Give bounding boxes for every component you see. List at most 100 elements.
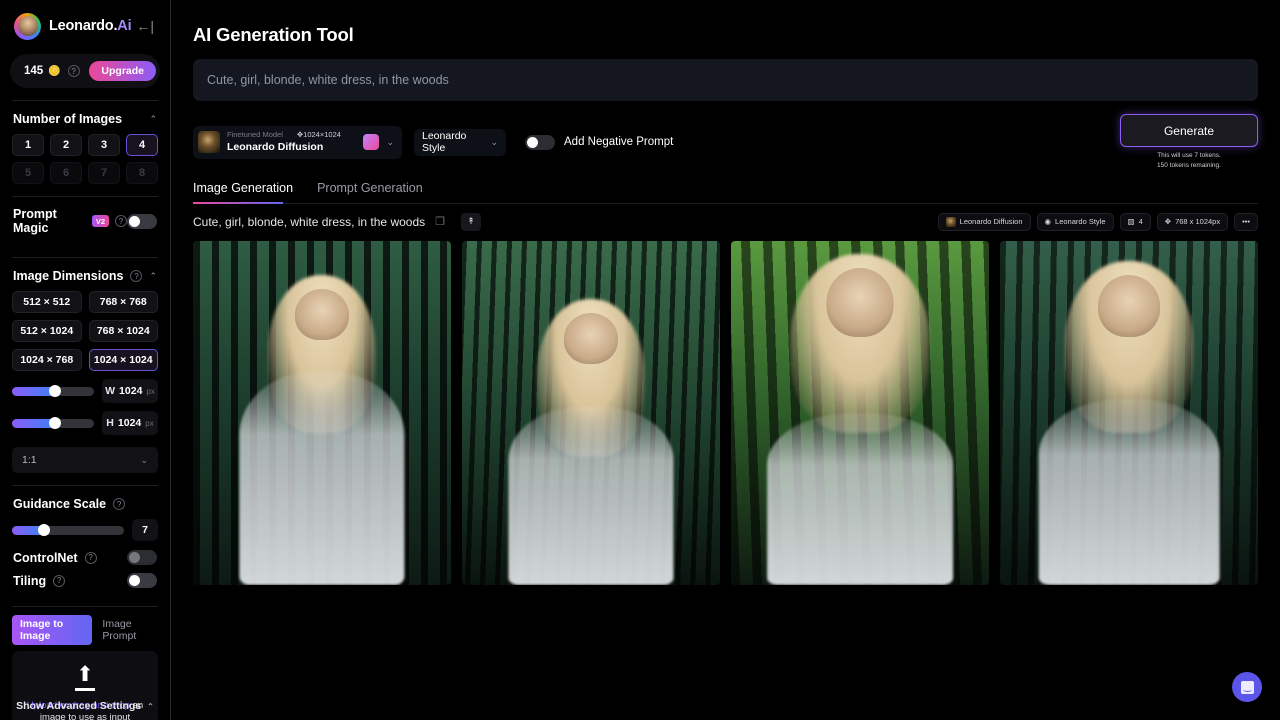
image-count-3[interactable]: 3: [88, 134, 120, 156]
guidance-scale-help-icon[interactable]: ?: [113, 498, 126, 510]
chip-style[interactable]: ◉ Leonardo Style: [1036, 212, 1114, 231]
width-slider-thumb[interactable]: [48, 385, 61, 397]
credits-bar: 145 🪙 ? Upgrade: [10, 54, 160, 88]
dimension-1024x768[interactable]: 1024 × 768: [12, 349, 82, 371]
controlnet-label: ControlNet: [13, 550, 78, 565]
tiling-help-icon[interactable]: ?: [53, 574, 66, 587]
chevron-down-icon: ⌄: [140, 454, 148, 465]
tiling-toggle[interactable]: [127, 573, 157, 588]
tab-image-prompt[interactable]: Image Prompt: [102, 618, 158, 642]
width-slider[interactable]: [12, 385, 94, 397]
show-advanced-settings-button[interactable]: Show Advanced Settings ⌃: [0, 692, 170, 720]
generated-image-4[interactable]: [1000, 240, 1258, 585]
controlnet-toggle[interactable]: [127, 550, 157, 565]
chip-model-label: Leonardo Diffusion: [959, 217, 1023, 226]
chip-dimensions[interactable]: ✥ 768 x 1024px: [1156, 212, 1229, 231]
upload-arrow-icon: ⬆: [76, 663, 94, 686]
width-value-box[interactable]: W 1024 px: [102, 379, 158, 403]
dimension-1024x1024[interactable]: 1024 × 1024: [88, 349, 158, 371]
image-dimensions-title: Image Dimensions: [13, 269, 124, 283]
image-count-2[interactable]: 2: [50, 134, 82, 156]
generate-note-line2: 150 tokens remaining.: [1157, 161, 1221, 169]
dimension-512x1024[interactable]: 512 × 1024: [12, 320, 82, 342]
generate-area: Generate This will use 7 tokens. 150 tok…: [1120, 114, 1258, 171]
prompt-magic-row: Prompt Magic V2 ?: [10, 197, 160, 245]
generate-button[interactable]: Generate: [1120, 114, 1258, 147]
images-icon: ▧: [1127, 217, 1135, 226]
number-of-images-header[interactable]: Number of Images ⌃: [10, 101, 160, 134]
chip-more-options[interactable]: •••: [1234, 212, 1258, 231]
sidebar: Leonardo.Ai ←| 145 🪙 ? Upgrade Number of…: [0, 0, 171, 720]
width-unit: px: [146, 386, 155, 396]
tiling-row: Tiling ?: [10, 569, 160, 594]
image-count-5[interactable]: 5: [12, 162, 44, 184]
dimension-512x512[interactable]: 512 × 512: [12, 291, 82, 313]
chat-bubble-icon[interactable]: [1232, 672, 1262, 702]
guidance-scale-label: Guidance Scale: [13, 497, 107, 511]
prompt-input[interactable]: Cute, girl, blonde, white dress, in the …: [193, 59, 1258, 101]
input-mode-tabs: Image to Image Image Prompt: [10, 607, 160, 651]
chip-image-count[interactable]: ▧ 4: [1119, 212, 1151, 231]
guidance-scale-row: 7: [10, 513, 160, 541]
tab-prompt-generation[interactable]: Prompt Generation: [317, 181, 423, 204]
copy-icon[interactable]: ❐: [435, 215, 445, 228]
image-count-8[interactable]: 8: [126, 162, 158, 184]
upload-result-icon[interactable]: ↟: [461, 212, 481, 231]
image-dimensions-help-icon[interactable]: ?: [130, 270, 143, 282]
aspect-ratio-select[interactable]: 1:1 ⌄: [12, 447, 158, 473]
model-preset-icon[interactable]: [363, 134, 380, 151]
guidance-scale-slider[interactable]: [12, 524, 124, 536]
tiling-label: Tiling: [13, 573, 47, 588]
height-value: 1024: [117, 417, 142, 429]
image-3-head: [826, 268, 894, 337]
image-3-figure: [767, 412, 953, 585]
height-slider-thumb[interactable]: [48, 417, 61, 429]
brand-name-suffix: Ai: [117, 18, 132, 34]
height-slider[interactable]: [12, 417, 94, 429]
tab-image-to-image[interactable]: Image to Image: [12, 615, 93, 645]
upload-underline: [75, 688, 95, 691]
height-value-box[interactable]: H 1024 px: [102, 411, 158, 435]
controlnet-help-icon[interactable]: ?: [84, 551, 97, 564]
show-advanced-settings-label: Show Advanced Settings: [16, 700, 142, 712]
image-count-4[interactable]: 4: [126, 134, 158, 156]
guidance-scale-thumb[interactable]: [38, 524, 51, 536]
leonardo-logo-icon: [14, 12, 41, 40]
chat-bubble-glyph: [1240, 680, 1254, 694]
dimension-768x1024[interactable]: 768 × 1024: [88, 320, 158, 342]
tab-image-generation[interactable]: Image Generation: [193, 181, 293, 204]
controlnet-row: ControlNet ?: [10, 541, 160, 569]
model-thumbnail-icon: [945, 216, 956, 227]
brand-row[interactable]: Leonardo.Ai ←|: [10, 0, 160, 52]
collapse-sidebar-icon[interactable]: ←|: [136, 18, 156, 34]
dimension-768x768[interactable]: 768 × 768: [88, 291, 158, 313]
image-dimensions-chevron-up-icon[interactable]: ⌃: [149, 271, 157, 282]
prompt-magic-help-icon[interactable]: ?: [115, 215, 127, 227]
image-count-1[interactable]: 1: [12, 134, 44, 156]
model-selector[interactable]: Finetuned Model ✥1024×1024 Leonardo Diff…: [193, 125, 402, 159]
chip-model[interactable]: Leonardo Diffusion: [937, 212, 1031, 231]
image-count-7[interactable]: 7: [88, 162, 120, 184]
credits-help-icon[interactable]: ?: [67, 65, 80, 77]
prompt-magic-toggle[interactable]: [127, 213, 157, 229]
tiling-toggle-knob: [129, 575, 140, 586]
page-title: AI Generation Tool: [193, 24, 354, 45]
image-dimensions-header[interactable]: Image Dimensions ? ⌃: [10, 258, 160, 291]
upgrade-button[interactable]: Upgrade: [89, 61, 156, 81]
image-dimensions-grid: 512 × 512 768 × 768 512 × 1024 768 × 102…: [10, 291, 160, 371]
chevron-up-icon[interactable]: ⌃: [149, 114, 157, 125]
generated-image-2[interactable]: [462, 240, 720, 585]
style-selector[interactable]: Leonardo Style ⌄: [414, 128, 506, 156]
model-text: Finetuned Model ✥1024×1024 Leonardo Diff…: [227, 131, 341, 153]
dimensions-icon: ✥: [1164, 217, 1172, 226]
model-chevron-down-icon[interactable]: ⌄: [386, 137, 394, 148]
generated-image-3[interactable]: [731, 240, 989, 585]
negative-prompt-toggle[interactable]: [525, 134, 555, 150]
image-4-head: [1098, 274, 1160, 337]
model-name: Leonardo Diffusion: [227, 141, 324, 154]
height-axis-label: H: [106, 417, 114, 429]
image-count-6[interactable]: 6: [50, 162, 82, 184]
generated-image-1[interactable]: [193, 240, 451, 585]
style-chevron-down-icon: ⌄: [490, 136, 498, 147]
negative-prompt-label: Add Negative Prompt: [564, 136, 674, 149]
